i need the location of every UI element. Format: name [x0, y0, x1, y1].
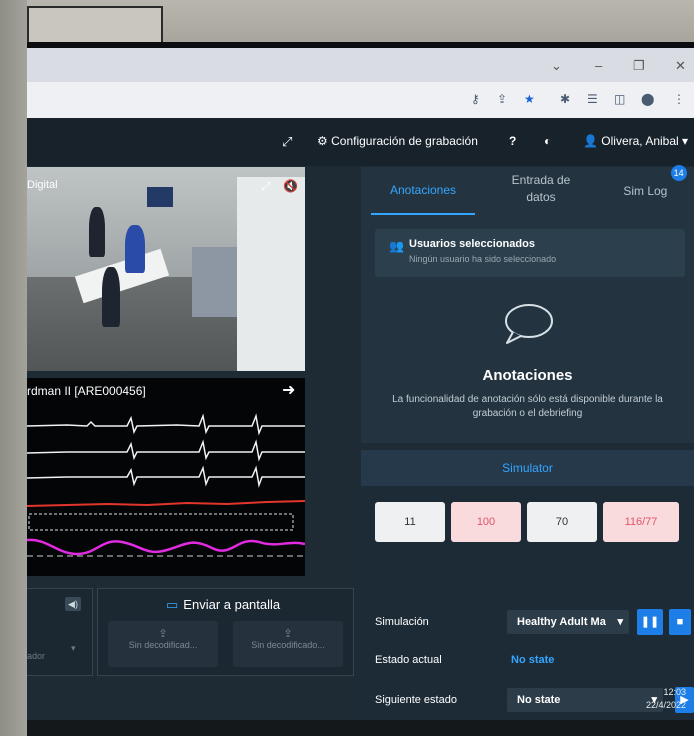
next-state-value: No state	[517, 694, 561, 706]
sim-log-badge: 14	[670, 165, 687, 181]
close-window-button[interactable]: ✕	[675, 58, 686, 74]
side-panel-icon[interactable]: ◫	[614, 92, 625, 106]
pause-button[interactable]: ❚❚	[637, 609, 663, 635]
browser-toolbar: ⚷ ⇪ ★ ✱ ☰ ◫ ⬤ ⋮	[27, 82, 694, 119]
bookmark-star-icon[interactable]: ★	[524, 92, 535, 106]
tab-search-icon[interactable]: ⌄	[551, 58, 562, 74]
simulator-panel: Simulator 11 100 70 116/77 Simulación He…	[361, 450, 694, 720]
patient-monitor: rdman II [ARE000456] ➜	[27, 378, 305, 576]
simulation-select[interactable]: Healthy Adult Ma ▾	[507, 610, 629, 634]
monitor-stand-shadow	[27, 720, 694, 736]
gear-icon: ⚙	[317, 134, 328, 148]
chevron-down-icon: ▾	[617, 616, 623, 628]
reading-list-icon[interactable]: ☰	[587, 92, 598, 106]
wall-sign	[27, 6, 163, 44]
app-screen: ⌄ – ❐ ✕ ⚷ ⇪ ★ ✱ ☰ ◫ ⬤ ⋮ ⤢ ⚙ Configuració…	[27, 48, 694, 720]
annotations-panel: Anotaciones Entrada de datos Sim Log 14 …	[361, 165, 694, 443]
restore-button[interactable]: ❐	[633, 58, 645, 74]
expand-video-icon[interactable]: ⤢	[261, 179, 271, 194]
vital-resp-rate[interactable]: 11	[375, 502, 445, 542]
waveform-display	[27, 413, 305, 557]
annotations-title: Anotaciones	[482, 367, 573, 384]
spo2-trace	[27, 500, 305, 507]
ecg-trace-3	[27, 465, 305, 488]
tab-data-entry[interactable]: Entrada de datos	[501, 167, 581, 215]
person-figure	[102, 267, 120, 327]
recording-panel: ◀) ador ▾	[27, 588, 93, 676]
monitor-selection-box	[28, 513, 294, 531]
resp-trace	[27, 538, 305, 556]
room-door	[237, 177, 305, 371]
sim-log-label: Sim Log	[623, 184, 668, 198]
clock-time: 12:03	[663, 687, 686, 697]
users-icon: 👥	[389, 239, 404, 253]
contrast-icon[interactable]: ◐	[544, 134, 551, 148]
share-icon[interactable]: ⇪	[497, 92, 507, 106]
chevron-down-icon: ▾	[682, 134, 689, 148]
stop-button[interactable]: ■	[669, 609, 691, 635]
upload-icon: ⇪	[283, 628, 293, 640]
partial-label: ador	[27, 651, 46, 661]
simulator-header: Simulator	[361, 450, 694, 486]
tab-sim-log[interactable]: Sim Log 14	[619, 165, 691, 215]
speech-bubble-icon	[505, 304, 553, 344]
next-state-label: Siguiente estado	[375, 694, 457, 706]
vital-heart-rate[interactable]: 70	[527, 502, 597, 542]
send-to-screen-panel: ▭ Enviar a pantalla ⇪ Sin decodificad... …	[97, 588, 354, 676]
decoder-button-1[interactable]: ⇪ Sin decodificad...	[108, 621, 218, 667]
current-state-value: No state	[511, 654, 555, 666]
simulation-label: Simulación	[375, 616, 429, 628]
system-clock: 12:03 22/4/2022	[646, 686, 686, 712]
decoder-label: Sin decodificad...	[128, 640, 198, 650]
ecg-trace-2	[27, 439, 305, 462]
upload-icon: ⇪	[158, 628, 168, 640]
key-icon[interactable]: ⚷	[471, 92, 480, 106]
vital-spo2[interactable]: 100	[451, 502, 521, 542]
simulation-value: Healthy Adult Ma	[517, 616, 606, 628]
minimize-button[interactable]: –	[595, 58, 602, 73]
chevron-down-icon[interactable]: ▾	[71, 643, 76, 654]
tab-annotations[interactable]: Anotaciones	[371, 167, 475, 215]
recording-config-label: Configuración de grabación	[331, 134, 478, 148]
send-to-screen-title: ▭ Enviar a pantalla	[166, 597, 281, 612]
clock-date: 22/4/2022	[645, 700, 686, 710]
room-monitor	[147, 187, 173, 207]
decoder-button-2[interactable]: ⇪ Sin decodificado...	[233, 621, 343, 667]
user-menu-button[interactable]: 👤 Olivera, Anibal ▾	[583, 134, 688, 148]
app-header: ⤢ ⚙ Configuración de grabación ? ◐ 👤 Oli…	[27, 118, 694, 166]
extensions-icon[interactable]: ✱	[560, 92, 570, 106]
browser-menu-icon[interactable]: ⋮	[673, 92, 685, 106]
mute-icon[interactable]: 🔇	[283, 179, 298, 193]
fullscreen-icon[interactable]: ⤢	[282, 134, 292, 150]
person-figure	[125, 225, 145, 273]
selected-users-subtitle: Ningún usuario ha sido seleccionado	[409, 254, 557, 264]
ecg-trace-1	[27, 413, 305, 436]
room-cabinet	[192, 247, 237, 317]
annotations-description: La funcionalidad de anotación sólo está …	[392, 394, 663, 419]
sound-icon[interactable]: ◀)	[65, 597, 81, 611]
help-button[interactable]: ?	[509, 134, 516, 148]
recording-config-button[interactable]: ⚙ Configuración de grabación	[317, 134, 478, 148]
profile-icon[interactable]: ⬤	[641, 92, 654, 106]
current-state-label: Estado actual	[375, 654, 442, 666]
browser-tabstrip: ⌄ – ❐ ✕	[27, 48, 694, 82]
wall-left	[0, 0, 27, 736]
user-icon: 👤	[583, 134, 598, 148]
vital-blood-pressure[interactable]: 116/77	[603, 502, 679, 542]
person-figure	[89, 207, 105, 257]
camera-feed[interactable]: Digital ⤢ 🔇	[27, 167, 305, 371]
screen-icon: ▭	[166, 597, 179, 612]
next-state-select[interactable]: No state ▾	[507, 688, 663, 712]
selected-users-title: Usuarios seleccionados	[409, 238, 535, 250]
user-name: Olivera, Anibal	[601, 134, 679, 148]
camera-label: Digital	[27, 179, 58, 191]
selected-users-box[interactable]: 👥 Usuarios seleccionados Ningún usuario …	[375, 229, 685, 277]
decoder-label: Sin decodificado...	[251, 640, 325, 650]
